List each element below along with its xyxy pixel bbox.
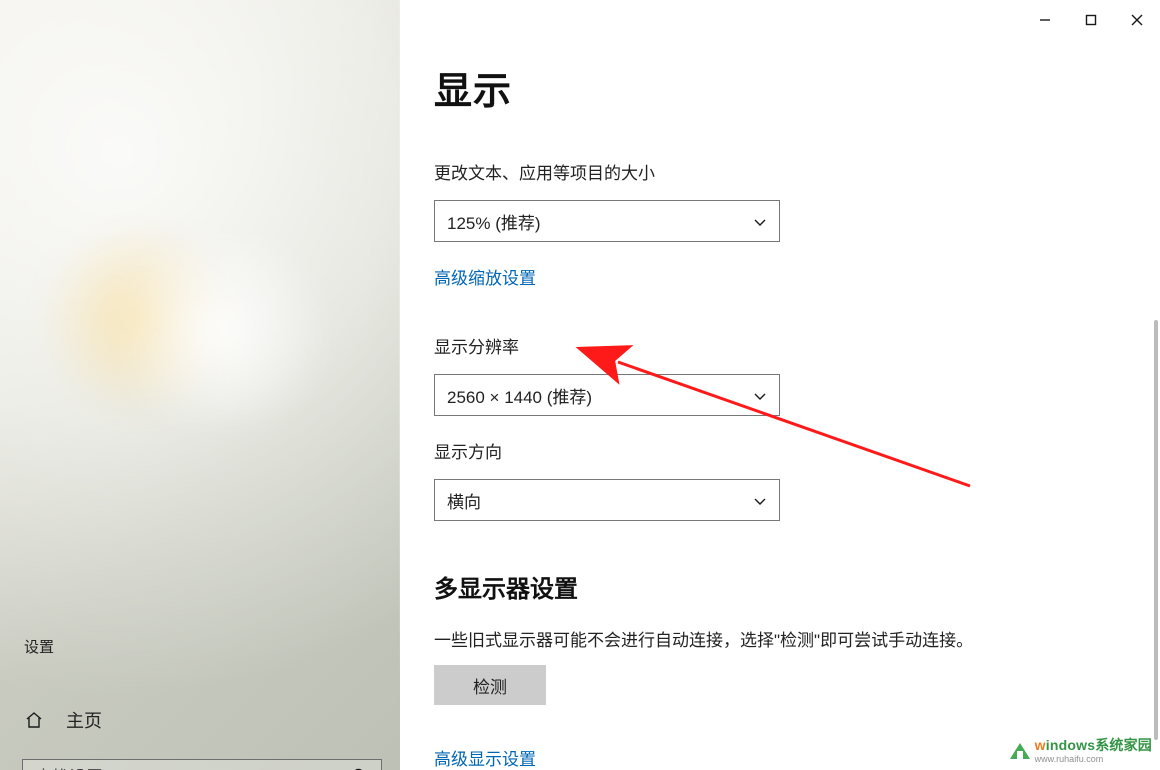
- main-content: 显示 更改文本、应用等项目的大小 125% (推荐) 高级缩放设置 显示分辨率 …: [400, 0, 1160, 770]
- watermark-brand: windows系统家园: [1035, 735, 1152, 755]
- resolution-dropdown[interactable]: 2560 × 1440 (推荐): [434, 374, 780, 416]
- advanced-scaling-link[interactable]: 高级缩放设置: [434, 264, 536, 289]
- scale-dropdown[interactable]: 125% (推荐): [434, 200, 780, 242]
- chevron-down-icon: [753, 214, 767, 228]
- chevron-down-icon: [753, 493, 767, 507]
- orientation-value: 横向: [447, 488, 481, 513]
- minimize-button[interactable]: [1022, 4, 1068, 36]
- watermark-url: www.ruhaifu.com: [1035, 755, 1104, 764]
- sidebar-home[interactable]: 主页: [0, 657, 399, 733]
- orientation-dropdown[interactable]: 横向: [434, 479, 780, 521]
- watermark-logo-icon: [1009, 740, 1031, 760]
- resolution-value: 2560 × 1440 (推荐): [447, 383, 592, 408]
- multi-monitor-header: 多显示器设置: [434, 569, 1160, 604]
- resolution-label: 显示分辨率: [434, 333, 1160, 358]
- advanced-display-link[interactable]: 高级显示设置: [434, 745, 536, 770]
- home-icon: [24, 710, 44, 730]
- watermark: windows系统家园 www.ruhaifu.com: [1009, 735, 1152, 764]
- detect-button[interactable]: 检测: [434, 665, 546, 705]
- search-icon: [351, 767, 369, 770]
- settings-window: 设置 主页 系统 显示: [0, 0, 1160, 770]
- chevron-down-icon: [753, 388, 767, 402]
- multi-monitor-desc: 一些旧式显示器可能不会进行自动连接，选择"检测"即可尝试手动连接。: [434, 626, 1160, 651]
- app-title: 设置: [0, 620, 399, 657]
- sidebar: 设置 主页 系统 显示: [0, 0, 400, 770]
- orientation-label: 显示方向: [434, 438, 1160, 463]
- scale-label: 更改文本、应用等项目的大小: [434, 159, 1160, 184]
- maximize-button[interactable]: [1068, 4, 1114, 36]
- page-title: 显示: [434, 60, 1160, 115]
- scrollbar[interactable]: [1154, 320, 1158, 740]
- close-button[interactable]: [1114, 4, 1160, 36]
- titlebar: [400, 0, 1160, 40]
- scale-value: 125% (推荐): [447, 209, 541, 234]
- search-box[interactable]: [22, 759, 382, 770]
- home-label: 主页: [66, 707, 102, 733]
